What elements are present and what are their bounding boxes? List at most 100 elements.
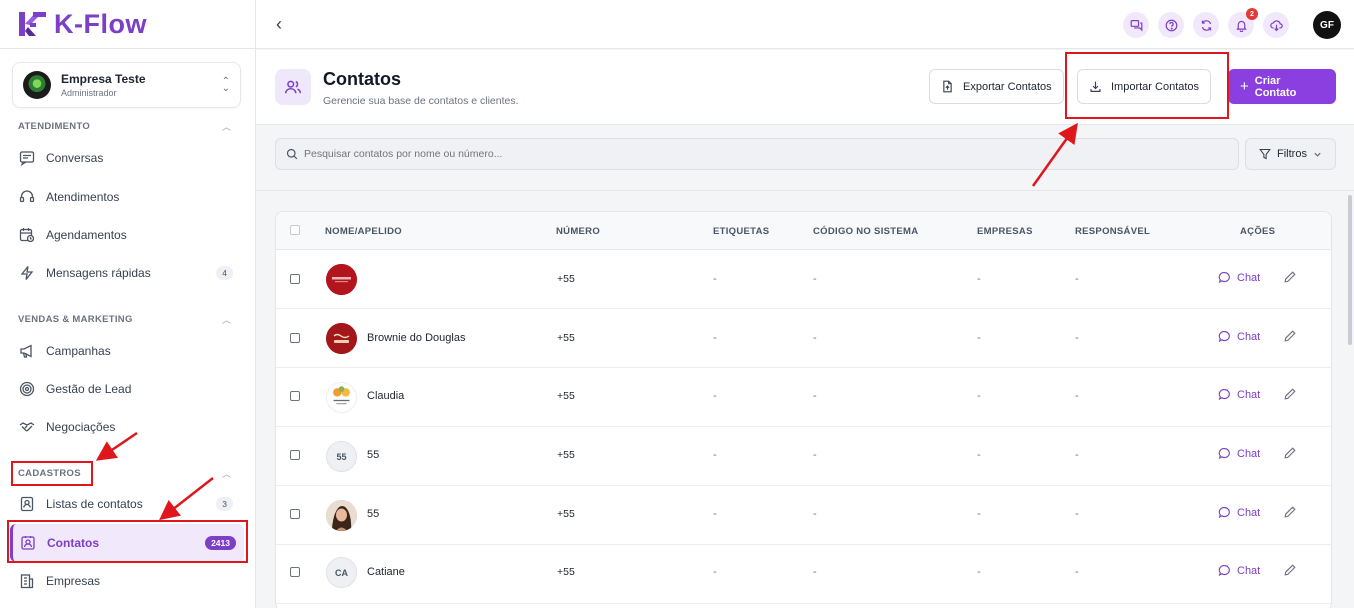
chat-bubble-icon <box>1218 565 1230 577</box>
bell-icon[interactable]: 2 <box>1228 8 1258 38</box>
sidebar-item-negociacoes[interactable]: Negociações <box>12 411 241 443</box>
count-badge: 4 <box>216 266 233 280</box>
contact-owner: - <box>1075 566 1079 578</box>
contact-name: Brownie do Douglas <box>367 332 466 344</box>
sidebar-item-campanhas[interactable]: Campanhas <box>12 335 241 367</box>
section-title-cadastros: CADASTROS <box>18 468 81 479</box>
contact-avatar-initials: CA <box>326 557 357 588</box>
chat-button[interactable]: Chat <box>1218 330 1260 343</box>
contact-companies: - <box>977 508 981 520</box>
sidebar-item-label: Conversas <box>46 151 104 165</box>
row-checkbox[interactable] <box>290 333 300 343</box>
column-header-actions: AÇÕES <box>1240 226 1276 237</box>
chat-lines-icon <box>18 149 36 167</box>
pencil-icon[interactable] <box>1283 446 1297 465</box>
chat-label: Chat <box>1237 447 1261 460</box>
page-scrollbar[interactable] <box>1348 195 1352 345</box>
chat-bubble-icon <box>1218 507 1230 519</box>
chevron-up-icon[interactable]: ︿ <box>222 120 231 133</box>
section-title-vendas-marketing: VENDAS & MARKETING <box>18 314 133 325</box>
import-contacts-button[interactable]: Importar Contatos <box>1077 69 1212 104</box>
table-row[interactable]: 55 55 +55 - - - - Chat <box>276 427 1331 486</box>
page-header: Contatos Gerencie sua base de contatos e… <box>256 50 1354 125</box>
sidebar-item-contatos[interactable]: Contatos 2413 <box>10 524 244 562</box>
chat-button[interactable]: Chat <box>1218 506 1260 519</box>
sidebar-item-conversas[interactable]: Conversas <box>12 142 241 174</box>
pencil-icon[interactable] <box>1283 387 1297 406</box>
plus-icon: + <box>1240 78 1249 95</box>
messages-icon[interactable] <box>1123 12 1149 38</box>
search-input[interactable] <box>304 148 1204 160</box>
sidebar-item-label: Mensagens rápidas <box>46 266 151 280</box>
company-switcher[interactable]: Empresa Teste Administrador ⌃ ⌄ <box>12 62 241 108</box>
chat-button[interactable]: Chat <box>1218 271 1260 284</box>
chat-label: Chat <box>1237 506 1261 519</box>
column-header-owner[interactable]: RESPONSÁVEL <box>1075 226 1150 237</box>
row-checkbox[interactable] <box>290 509 300 519</box>
help-icon[interactable] <box>1158 12 1184 38</box>
column-header-number[interactable]: NÚMERO <box>556 226 600 237</box>
column-header-name[interactable]: NOME/APELIDO <box>325 226 402 237</box>
pencil-icon[interactable] <box>1283 505 1297 524</box>
select-all-checkbox[interactable] <box>290 225 300 235</box>
brand-logo[interactable]: K-Flow <box>16 8 147 40</box>
sidebar-item-listas-de-contatos[interactable]: Listas de contatos 3 <box>12 488 241 520</box>
row-checkbox[interactable] <box>290 391 300 401</box>
column-header-companies[interactable]: EMPRESAS <box>977 226 1033 237</box>
search-field[interactable] <box>275 138 1239 170</box>
contact-card-icon <box>19 534 37 552</box>
table-row[interactable]: 55 +55 - - - - Chat <box>276 486 1331 545</box>
calendar-clock-icon <box>18 226 36 244</box>
contact-tags: - <box>713 449 717 461</box>
row-checkbox[interactable] <box>290 274 300 284</box>
chevron-up-icon[interactable]: ︿ <box>222 313 231 326</box>
user-avatar[interactable]: GF <box>1313 11 1341 39</box>
sidebar-item-agendamentos[interactable]: Agendamentos <box>12 219 241 251</box>
contact-companies: - <box>977 332 981 344</box>
contact-owner: - <box>1075 508 1079 520</box>
pencil-icon[interactable] <box>1283 270 1297 289</box>
chat-button[interactable]: Chat <box>1218 447 1260 460</box>
create-contact-button[interactable]: + Criar Contato <box>1228 69 1336 104</box>
column-header-tags[interactable]: ETIQUETAS <box>713 226 769 237</box>
notification-count-badge: 2 <box>1246 8 1258 20</box>
chevron-up-icon[interactable]: ︿ <box>222 467 231 480</box>
pencil-icon[interactable] <box>1283 329 1297 348</box>
target-icon <box>18 380 36 398</box>
cloud-download-icon[interactable] <box>1263 12 1289 38</box>
contact-companies: - <box>977 449 981 461</box>
file-export-icon <box>943 80 952 93</box>
contact-companies: - <box>977 273 981 285</box>
chat-bubble-icon <box>1218 331 1230 343</box>
row-checkbox[interactable] <box>290 567 300 577</box>
sidebar-item-gestao-de-lead[interactable]: Gestão de Lead <box>12 373 241 405</box>
column-header-system-code[interactable]: CÓDIGO NO SISTEMA <box>813 226 918 237</box>
contact-avatar <box>326 264 357 295</box>
contact-number: +55 <box>557 508 575 520</box>
sidebar-item-atendimentos[interactable]: Atendimentos <box>12 181 241 213</box>
users-icon <box>275 69 311 105</box>
sidebar-item-empresas[interactable]: Empresas <box>12 565 241 597</box>
table-row[interactable]: Brownie do Douglas +55 - - - - Chat <box>276 309 1331 368</box>
chevron-left-icon[interactable]: ‹ <box>276 14 282 35</box>
contact-tags: - <box>713 566 717 578</box>
table-row[interactable]: +55 - - - - Chat <box>276 250 1331 309</box>
company-name: Empresa Teste <box>61 72 146 86</box>
contacts-table: NOME/APELIDO NÚMERO ETIQUETAS CÓDIGO NO … <box>275 211 1332 608</box>
filters-button[interactable]: Filtros <box>1245 138 1336 170</box>
row-checkbox[interactable] <box>290 450 300 460</box>
export-contacts-button[interactable]: Exportar Contatos <box>929 69 1064 104</box>
chevron-up-down-icon: ⌃ ⌄ <box>221 76 230 94</box>
table-row[interactable]: Claudia +55 - - - - Chat <box>276 368 1331 427</box>
chat-button[interactable]: Chat <box>1218 388 1260 401</box>
table-row[interactable]: CA Catiane +55 - - - - Chat <box>276 545 1331 604</box>
search-icon <box>286 148 298 160</box>
chat-button[interactable]: Chat <box>1218 564 1260 577</box>
pencil-icon[interactable] <box>1283 563 1297 582</box>
sidebar-item-mensagens-rapidas[interactable]: Mensagens rápidas 4 <box>12 257 241 289</box>
contact-owner: - <box>1075 273 1079 285</box>
sidebar-item-label: Listas de contatos <box>46 497 143 511</box>
chat-label: Chat <box>1237 564 1261 577</box>
refresh-icon[interactable] <box>1193 12 1219 38</box>
filters-label: Filtros <box>1277 148 1307 160</box>
